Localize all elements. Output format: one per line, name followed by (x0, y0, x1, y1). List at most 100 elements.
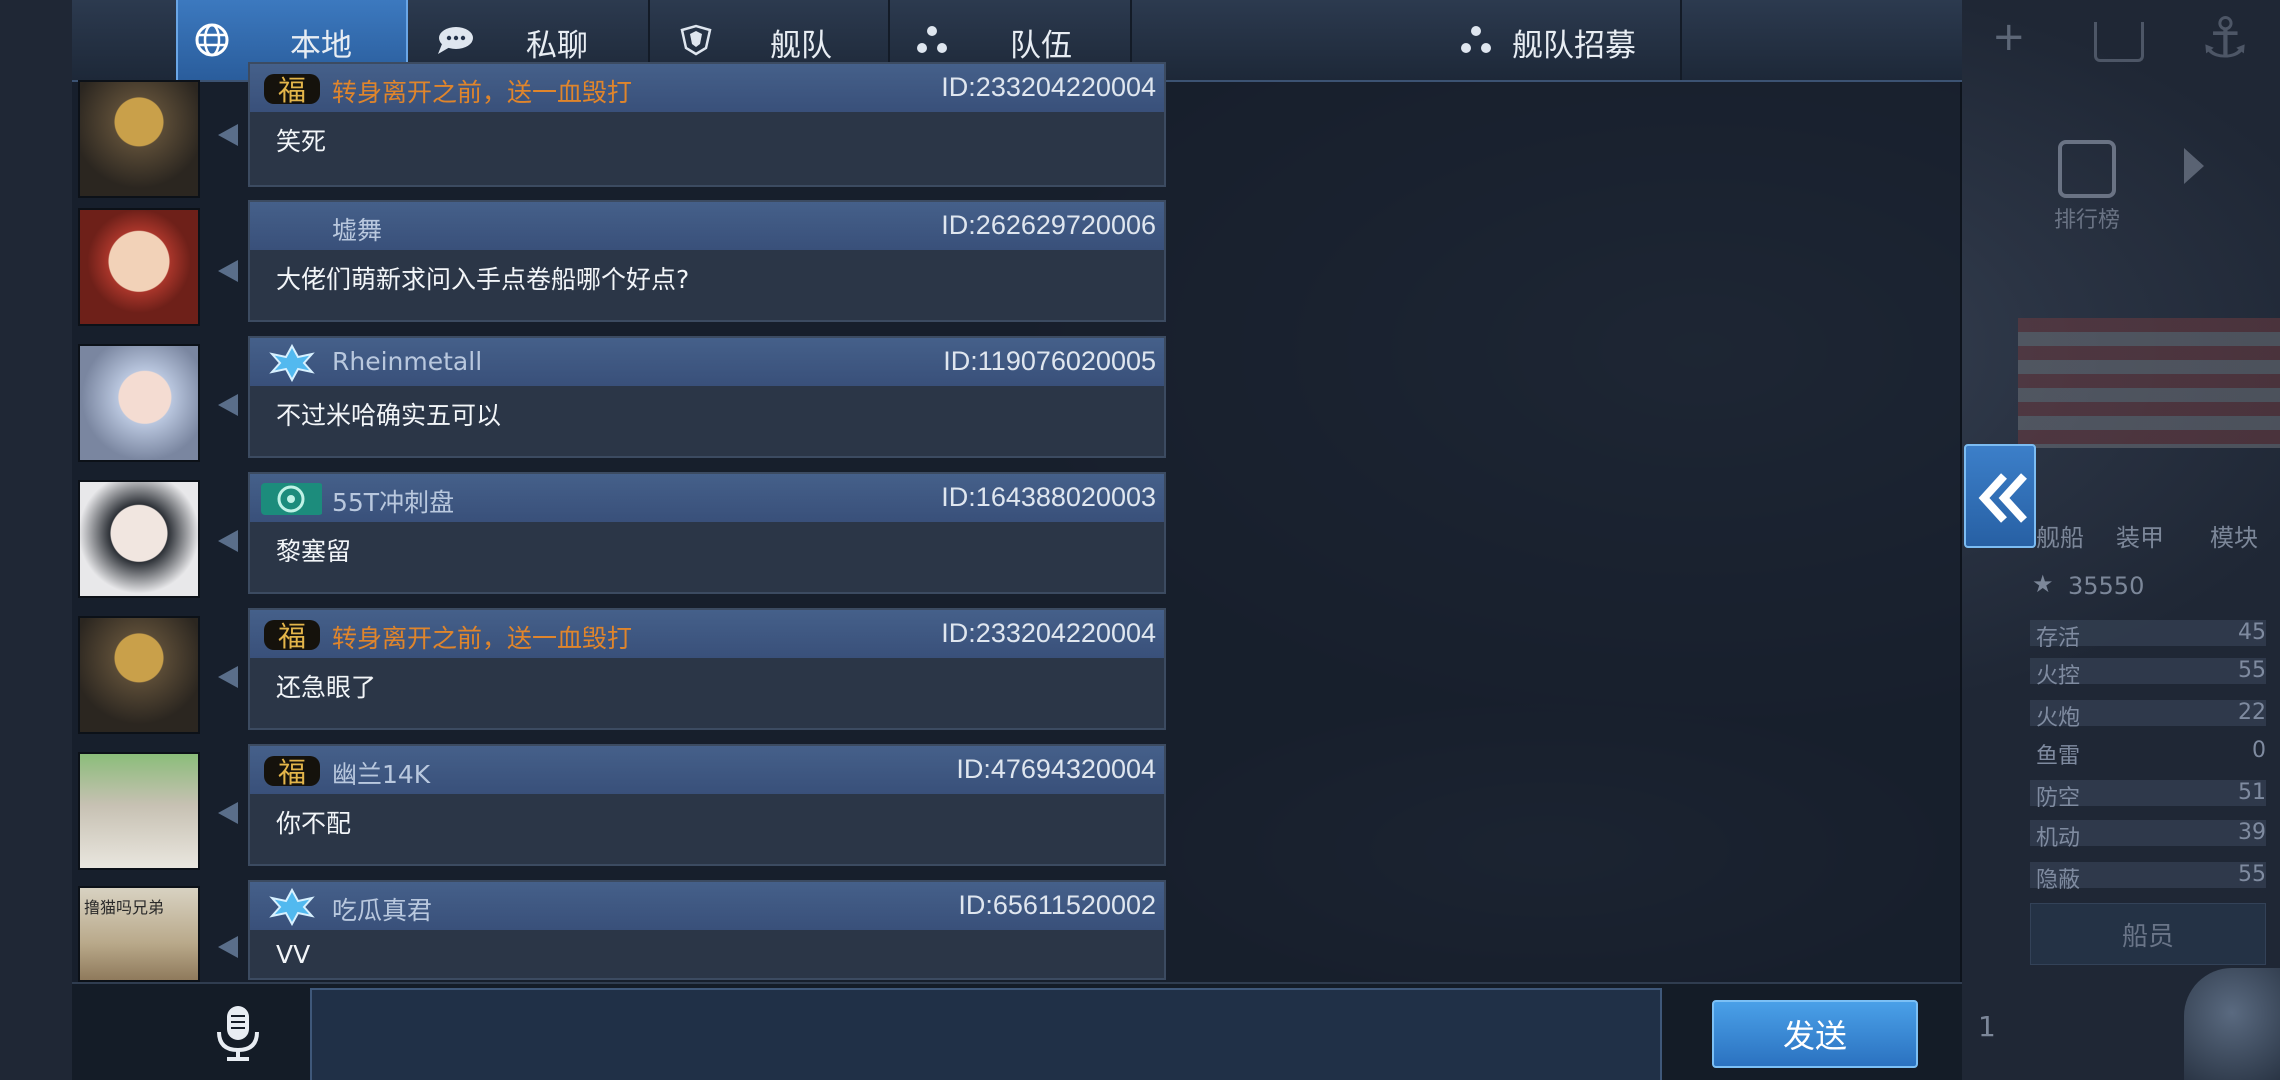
snowflake-badge-icon (269, 344, 315, 382)
fu-badge-icon: 福 (264, 756, 320, 789)
double-chevron-left-icon (1978, 473, 2027, 523)
stat-row: 机动 39 (2030, 820, 2266, 851)
stat-row: 存活 45 (2030, 620, 2266, 651)
message-header: 福 转身离开之前，送一血毁打 ID:233204220004 (250, 64, 1164, 112)
avatar[interactable] (78, 616, 200, 734)
team-dots-icon (1461, 26, 1491, 53)
message-text: 黎塞留 (276, 537, 352, 566)
message-text: 还急眼了 (276, 673, 377, 702)
flag-image (2018, 318, 2280, 448)
globe-icon (195, 23, 229, 57)
avatar[interactable] (78, 752, 200, 870)
username: 转身离开之前，送一血毁打 (332, 624, 633, 653)
anchor-icon[interactable]: ⚓ (2200, 6, 2260, 76)
stat-row: 火控 55 (2030, 658, 2266, 689)
username: 吃瓜真君 (332, 896, 433, 925)
fu-badge-icon: 福 (264, 74, 320, 107)
bubble-pointer (218, 802, 238, 824)
fu-badge-icon: 福 (264, 620, 320, 653)
hud-tab-module[interactable]: 模块 (2210, 518, 2258, 553)
chat-bubble-icon (438, 27, 473, 54)
bubble-pointer (218, 530, 238, 552)
tab-label: 队伍 (1010, 28, 1072, 64)
hud-tab-armor[interactable]: 装甲 (2116, 518, 2164, 553)
teal-emblem-badge-icon (261, 483, 322, 515)
tab-label: 私聊 (526, 28, 588, 64)
collapse-chat-button[interactable] (1964, 444, 2036, 548)
username: 转身离开之前，送一血毁打 (332, 78, 633, 107)
message-header: 墟舞 ID:262629720006 (250, 202, 1164, 250)
message-bubble: 吃瓜真君 ID:65611520002 VV (248, 880, 1166, 980)
avatar[interactable] (78, 480, 200, 598)
bubble-pointer (218, 260, 238, 282)
bubble-pointer (218, 394, 238, 416)
bubble-pointer (218, 666, 238, 688)
message-text: 不过米哈确实五可以 (276, 401, 502, 430)
message-text: 笑死 (276, 127, 327, 156)
tab-label: 舰队 (770, 28, 832, 64)
message-header: 吃瓜真君 ID:65611520002 (250, 882, 1164, 930)
message-header: 福 转身离开之前，送一血毁打 ID:233204220004 (250, 610, 1164, 658)
cart-icon[interactable] (2094, 22, 2144, 62)
stat-row: 火炮 22 (2030, 700, 2266, 731)
avatar[interactable]: 撸猫吗兄弟 (78, 886, 200, 982)
rating-value: 35550 (2068, 572, 2145, 600)
avatar[interactable] (78, 344, 200, 462)
username: 55T冲刺盘 (332, 488, 455, 517)
bubble-pointer (218, 124, 238, 146)
user-id: ID:233204220004 (941, 72, 1156, 102)
user-id: ID:164388020003 (941, 482, 1156, 512)
avatar[interactable] (78, 208, 200, 326)
message-text: 你不配 (276, 809, 352, 838)
message-bubble: 55T冲刺盘 ID:164388020003 黎塞留 (248, 472, 1166, 594)
captain-avatar[interactable] (2184, 968, 2280, 1080)
svg-text:福: 福 (278, 74, 306, 107)
avatar[interactable] (78, 80, 200, 198)
page-number: 1 (1978, 1010, 1996, 1043)
message-bubble: 墟舞 ID:262629720006 大佬们萌新求问入手点卷船哪个好点? (248, 200, 1166, 322)
message-header: 55T冲刺盘 ID:164388020003 (250, 474, 1164, 522)
fleet-emblem-icon (680, 24, 712, 56)
svg-text:福: 福 (278, 756, 306, 789)
microphone-icon[interactable] (207, 1002, 269, 1064)
message-text: VV (276, 940, 311, 969)
hud-tab-ship[interactable]: 舰船 (2036, 518, 2084, 553)
ranking-label: 排行榜 (2053, 208, 2120, 233)
user-id: ID:119076020005 (943, 346, 1156, 376)
tab-fleet-recruit[interactable]: 舰队招募 (1132, 0, 1682, 80)
chat-input[interactable] (310, 988, 1662, 1080)
send-button[interactable]: 发送 (1712, 1000, 1918, 1068)
user-id: ID:233204220004 (941, 618, 1156, 648)
message-header: Rheinmetall ID:119076020005 (250, 338, 1164, 386)
username: 墟舞 (332, 216, 383, 245)
message-text: 大佬们萌新求问入手点卷船哪个好点? (276, 265, 690, 294)
stat-row: 隐蔽 55 (2030, 862, 2266, 893)
send-label: 发送 (1782, 1017, 1847, 1055)
tab-label: 舰队招募 (1512, 28, 1636, 64)
user-id: ID:47694320004 (956, 754, 1156, 784)
message-bubble: 福 转身离开之前，送一血毁打 ID:233204220004 还急眼了 (248, 608, 1166, 730)
tab-label: 本地 (290, 28, 352, 64)
ranking-button[interactable]: 排行榜 (2042, 140, 2132, 233)
crew-label: 船员 (2121, 921, 2174, 952)
message-bubble: 福 幽兰14K ID:47694320004 你不配 (248, 744, 1166, 866)
crew-button[interactable]: 船员 (2030, 903, 2266, 965)
hud-plus-icon[interactable]: + (1992, 14, 2026, 60)
username: 幽兰14K (332, 760, 431, 789)
message-bubble: 福 转身离开之前，送一血毁打 ID:233204220004 笑死 (248, 62, 1166, 187)
snowflake-badge-icon (269, 888, 315, 926)
user-id: ID:262629720006 (941, 210, 1156, 240)
stat-row: 鱼雷 0 (2036, 738, 2266, 769)
chat-input-bar: 发送 (72, 982, 1962, 1080)
svg-text:福: 福 (278, 620, 306, 653)
user-id: ID:65611520002 (958, 890, 1156, 920)
stat-row: 防空 51 (2030, 780, 2266, 811)
next-arrow-icon[interactable] (2184, 148, 2204, 184)
team-dots-icon (917, 26, 947, 53)
username: Rheinmetall (332, 347, 483, 376)
star-icon: ★ (2032, 570, 2054, 598)
message-header: 福 幽兰14K ID:47694320004 (250, 746, 1164, 794)
chat-panel: 本地 私聊 舰队 队伍 舰队招募 福 转身离开之前，送一血毁打 ID:23320… (72, 0, 1962, 1080)
bubble-pointer (218, 936, 238, 958)
avatar-caption: 撸猫吗兄弟 (84, 898, 165, 917)
